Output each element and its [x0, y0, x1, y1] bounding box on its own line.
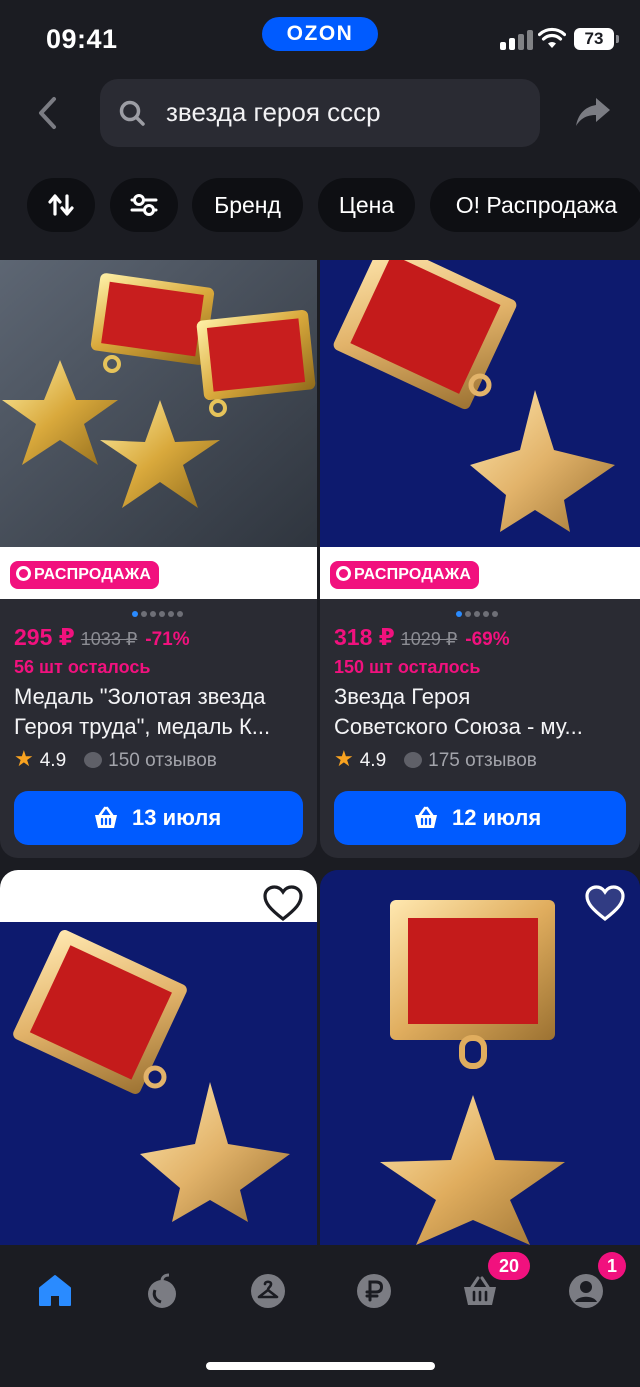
product-image[interactable]: [0, 922, 317, 1245]
search-query[interactable]: звезда героя ссср: [166, 97, 381, 128]
title-line: Медаль "Золотая звезда: [14, 684, 266, 709]
cart-count-badge: 20: [488, 1252, 530, 1280]
stock-left: 56 шт осталось: [14, 657, 151, 677]
ozon-logo[interactable]: OZON: [262, 17, 378, 51]
profile-count-badge: 1: [598, 1252, 626, 1280]
screen: 09:41 OZON 73 звезда героя ссср Бренд Це…: [0, 0, 640, 1387]
filter-chips: Бренд Цена O! Распродажа: [27, 178, 640, 232]
product-title[interactable]: Медаль "Золотая звезда Героя труда", мед…: [14, 682, 304, 742]
sale-badge-label: РАСПРОДАЖА: [34, 566, 152, 583]
product-card[interactable]: [0, 870, 317, 1245]
reviews-count: 150 отзывов: [108, 750, 217, 771]
delivery-date: 12 июля: [452, 805, 542, 830]
nav-finance[interactable]: [350, 1267, 398, 1315]
ozon-o-icon: [336, 566, 351, 581]
image-pager: [130, 604, 184, 617]
share-icon[interactable]: [574, 95, 612, 129]
sale-badge-label: РАСПРОДАЖА: [354, 566, 472, 583]
price-row: 318 ₽1029 ₽ -69%: [334, 624, 510, 651]
home-icon: [39, 1275, 71, 1306]
product-image[interactable]: [0, 260, 317, 547]
fresh-icon: [148, 1273, 176, 1308]
sale-badge: РАСПРОДАЖА: [10, 561, 160, 589]
home-indicator[interactable]: [206, 1362, 435, 1370]
search-field[interactable]: звезда героя ссср: [100, 79, 540, 147]
badge-strip: РАСПРОДАЖА: [0, 547, 317, 599]
rating-value: 4.9: [39, 750, 67, 771]
favorite-heart-icon[interactable]: [584, 884, 626, 922]
sale-chip[interactable]: O! Распродажа: [430, 178, 640, 232]
price-chip[interactable]: Цена: [318, 178, 415, 232]
price-row: 295 ₽1033 ₽ -71%: [14, 624, 190, 651]
ozon-o-icon: [16, 566, 31, 581]
discount: -69%: [465, 629, 510, 650]
add-to-cart-button[interactable]: 12 июля: [334, 791, 626, 845]
rating-value: 4.9: [359, 750, 387, 771]
status-time: 09:41: [46, 24, 118, 54]
delivery-date: 13 июля: [132, 805, 222, 830]
rating-row[interactable]: ★ 4.9 150 отзывов: [14, 746, 217, 772]
product-card[interactable]: [320, 870, 640, 1245]
ruble-icon: [357, 1274, 391, 1308]
favorite-heart-icon[interactable]: [262, 884, 304, 922]
cart-icon: [464, 1276, 496, 1305]
discount: -71%: [145, 629, 190, 650]
status-bar: 09:41 OZON 73: [0, 0, 640, 72]
comment-icon: [404, 752, 423, 768]
basket-icon: [95, 806, 117, 828]
back-arrow-icon[interactable]: [30, 94, 64, 132]
sort-chip[interactable]: [27, 178, 95, 232]
brand-chip[interactable]: Бренд: [192, 178, 303, 232]
rating-row[interactable]: ★ 4.9 175 отзывов: [334, 746, 537, 772]
product-image[interactable]: [320, 870, 640, 1245]
image-pager: [454, 604, 499, 617]
hanger-icon: [251, 1274, 285, 1308]
product-card[interactable]: РАСПРОДАЖА 295 ₽1033 ₽ -71% 56 шт осталос…: [0, 260, 317, 858]
title-line: Героя труда", медаль К...: [14, 714, 271, 739]
star-icon: ★: [334, 746, 354, 771]
profile-icon: [569, 1274, 603, 1308]
sale-badge: РАСПРОДАЖА: [330, 561, 480, 589]
wifi-icon: [538, 27, 566, 48]
title-line: Звезда Героя: [334, 684, 471, 709]
product-card[interactable]: РАСПРОДАЖА 318 ₽1029 ₽ -69% 150 шт остало…: [320, 260, 640, 858]
nav-fashion[interactable]: [244, 1267, 292, 1315]
cellular-signal-icon: [500, 28, 534, 50]
basket-icon: [415, 806, 437, 828]
add-to-cart-button[interactable]: 13 июля: [14, 791, 303, 845]
filter-sliders-icon: [130, 194, 158, 216]
reviews-count: 175 отзывов: [428, 750, 537, 771]
filters-chip[interactable]: [110, 178, 178, 232]
stock-left: 150 шт осталось: [334, 657, 481, 677]
product-title[interactable]: Звезда Героя Советского Союза - му...: [334, 682, 624, 742]
product-image[interactable]: [320, 260, 640, 547]
price: 318 ₽: [334, 624, 395, 650]
sort-icon: [48, 194, 74, 216]
title-line: Советского Союза - му...: [334, 714, 583, 739]
old-price: 1029 ₽: [400, 629, 458, 649]
nav-fresh[interactable]: [138, 1267, 186, 1315]
price: 295 ₽: [14, 624, 75, 650]
search-icon: [119, 100, 145, 126]
nav-home[interactable]: [31, 1267, 79, 1315]
comment-icon: [84, 752, 103, 768]
old-price: 1033 ₽: [80, 629, 138, 649]
battery-indicator: 73: [574, 28, 619, 50]
badge-strip: РАСПРОДАЖА: [320, 547, 640, 599]
star-icon: ★: [14, 746, 34, 771]
